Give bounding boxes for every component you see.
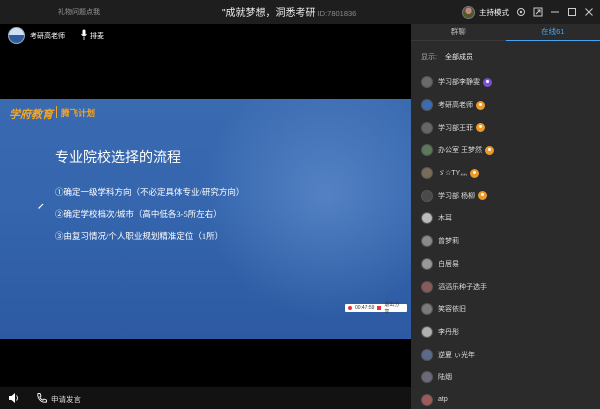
- minimize-icon[interactable]: [550, 7, 560, 17]
- member-name: 陆烟: [438, 374, 452, 382]
- brand-logo: 学府教育: [9, 109, 53, 121]
- stage-area: 考研高老师 排麦 学府教育 腾飞计划 专业院校选择的流程 ①确定一级学科方向（不…: [0, 24, 411, 409]
- role-badge-icon: [476, 100, 485, 110]
- stop-icon[interactable]: [377, 306, 382, 310]
- member-name: 滔滔乐种子选手: [438, 283, 487, 291]
- member-name: 学习部李静雯: [438, 79, 480, 87]
- plan-label: 腾飞计划: [61, 108, 96, 118]
- slide-line-2: ②确定学校档次/城市（高中低各3-5所左右）: [55, 209, 222, 219]
- member-filter[interactable]: 显示: 全部成员: [421, 52, 473, 62]
- avatar: [421, 257, 433, 270]
- avatar: [421, 235, 433, 248]
- member-name: atp: [438, 396, 448, 404]
- list-item[interactable]: 李丹彤: [421, 321, 596, 344]
- list-item[interactable]: 木耳: [421, 207, 596, 230]
- avatar: [421, 212, 433, 225]
- bottom-toolbar: 申请发言: [0, 387, 411, 409]
- close-icon[interactable]: [584, 7, 594, 17]
- member-panel: 群聊 在线61 显示: 全部成员 学习部李静雯 考研高老师学习部王菲办公室 王梦然ゞ…: [411, 24, 600, 409]
- avatar: [421, 280, 433, 293]
- microphone-icon[interactable]: [81, 29, 87, 41]
- pen-cursor-icon: [38, 203, 44, 209]
- member-list: 学习部李静雯 考研高老师学习部王菲办公室 王梦然 ゞ☆TY灬学习部 杨柳 木耳曾梦莉白…: [421, 71, 596, 409]
- list-item[interactable]: ゞ☆TY灬: [421, 162, 596, 185]
- recording-dot-icon: [348, 306, 352, 310]
- avatar: [421, 393, 433, 406]
- teacher-name: 考研高老师: [30, 33, 65, 40]
- slide-line-1: ①确定一级学科方向（不必定具体专业/研究方向）: [55, 187, 245, 197]
- title-bar: 礼物问题点我 "成就梦想，洞悉考研 ID:7801836 主持模式: [0, 0, 600, 24]
- slide-line-3: ③由复习情况/个人职业规划精准定位（1所）: [55, 231, 224, 241]
- avatar: [421, 189, 433, 202]
- stop-share-button[interactable]: 退出分享: [384, 301, 404, 315]
- avatar: [421, 303, 433, 316]
- host-avatar[interactable]: [462, 5, 475, 19]
- list-item[interactable]: 曾梦莉: [421, 230, 596, 253]
- member-name: 白居易: [438, 260, 459, 268]
- member-name: ゞ☆TY灬: [438, 170, 468, 178]
- role-badge-icon: [470, 168, 480, 178]
- role-badge-icon: [476, 123, 485, 133]
- avatar: [421, 325, 433, 338]
- role-badge-icon: [484, 145, 494, 155]
- avatar: [421, 348, 433, 361]
- host-mode-label[interactable]: 主持模式: [479, 7, 509, 18]
- member-name: 学习部王菲: [438, 124, 473, 132]
- tab-online[interactable]: 在线61: [505, 24, 600, 41]
- share-icon[interactable]: [533, 7, 543, 17]
- teacher-avatar[interactable]: [8, 27, 25, 44]
- room-title: "成就梦想，洞悉考研 ID:7801836: [222, 4, 356, 19]
- recording-time: 00:47:59: [354, 305, 375, 311]
- member-name: 逆夏 ぃ光年: [438, 351, 475, 359]
- role-badge-icon: [483, 77, 492, 87]
- member-name: 曾梦莉: [438, 238, 459, 246]
- logo-divider: [56, 106, 57, 118]
- member-name: 笑容依旧: [438, 306, 466, 314]
- settings-icon[interactable]: [516, 7, 526, 17]
- recording-indicator: 00:47:59 退出分享: [345, 301, 407, 315]
- panel-tabs: 群聊 在线61: [411, 24, 600, 41]
- avatar: [421, 167, 433, 180]
- volume-icon[interactable]: [8, 392, 20, 404]
- member-name: 考研高老师: [438, 102, 473, 110]
- phone-icon[interactable]: [36, 392, 48, 404]
- presentation-slide: 学府教育 腾飞计划 专业院校选择的流程 ①确定一级学科方向（不必定具体专业/研究…: [0, 99, 411, 339]
- member-name: 办公室 王梦然: [438, 147, 482, 155]
- avatar: [421, 121, 433, 134]
- member-name: 李丹彤: [438, 328, 459, 336]
- list-item[interactable]: 学习部王菲: [421, 116, 596, 139]
- room-id: ID:7801836: [317, 9, 357, 18]
- avatar: [421, 371, 433, 384]
- avatar: [421, 76, 433, 89]
- avatar: [421, 99, 433, 112]
- gift-help-link[interactable]: 礼物问题点我: [58, 7, 100, 17]
- filter-value[interactable]: 全部成员: [445, 54, 473, 61]
- speaker-bar: 考研高老师 排麦: [0, 24, 411, 46]
- list-item[interactable]: 逆夏 ぃ光年: [421, 343, 596, 366]
- maximize-icon[interactable]: [567, 7, 577, 17]
- role-badge-icon: [477, 191, 487, 201]
- list-item[interactable]: 滔滔乐种子选手: [421, 275, 596, 298]
- list-item[interactable]: 考研高老师: [421, 94, 596, 117]
- room-title-text: "成就梦想，洞悉考研: [222, 8, 316, 19]
- list-item[interactable]: 学习部 杨柳: [421, 184, 596, 207]
- avatar: [421, 144, 433, 157]
- member-name: 学习部 杨柳: [438, 192, 475, 200]
- queue-mic-button[interactable]: 排麦: [90, 31, 104, 41]
- member-name: 木耳: [438, 215, 452, 223]
- tab-group-chat[interactable]: 群聊: [411, 24, 506, 41]
- list-item[interactable]: 白居易: [421, 253, 596, 276]
- list-item[interactable]: 办公室 王梦然: [421, 139, 596, 162]
- slide-title: 专业院校选择的流程: [55, 151, 181, 166]
- list-item[interactable]: 学习部李静雯: [421, 71, 596, 94]
- filter-label: 显示:: [421, 54, 437, 61]
- list-item[interactable]: 陆烟: [421, 366, 596, 389]
- apply-speak-button[interactable]: 申请发言: [51, 394, 81, 405]
- list-item[interactable]: atp: [421, 389, 596, 409]
- window-controls: 主持模式: [462, 4, 594, 20]
- list-item[interactable]: 笑容依旧: [421, 298, 596, 321]
